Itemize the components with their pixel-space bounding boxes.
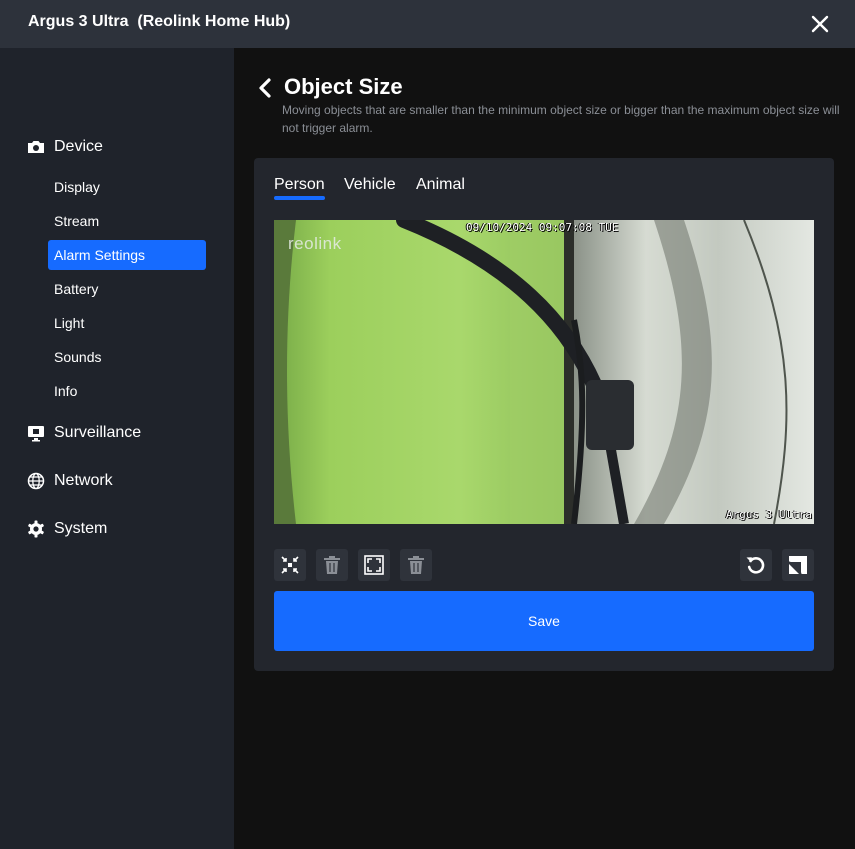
close-icon[interactable] bbox=[808, 12, 832, 36]
sidebar-section-label: System bbox=[54, 520, 108, 537]
monitor-icon bbox=[26, 423, 46, 443]
trash-icon bbox=[408, 556, 424, 574]
sidebar-section-surveillance[interactable]: Surveillance bbox=[26, 421, 141, 445]
sidebar-section-label: Surveillance bbox=[54, 424, 142, 441]
tab-vehicle[interactable]: Vehicle bbox=[344, 176, 396, 194]
max-size-button[interactable] bbox=[358, 549, 390, 581]
page-title: Object Size bbox=[284, 74, 403, 99]
delete-max-size-button[interactable] bbox=[400, 549, 432, 581]
chevron-left-icon[interactable] bbox=[255, 77, 275, 99]
tab-animal[interactable]: Animal bbox=[416, 176, 465, 194]
sidebar-section-device[interactable]: Device bbox=[26, 135, 103, 159]
trash-icon bbox=[324, 556, 340, 574]
sidebar-section-system[interactable]: System bbox=[26, 517, 107, 541]
active-tab-indicator bbox=[274, 196, 325, 200]
sidebar-item-sounds[interactable]: Sounds bbox=[48, 342, 206, 372]
sidebar-section-label: Network bbox=[54, 472, 113, 489]
osd-camera-name: Argus 3 Ultra bbox=[725, 508, 812, 521]
reset-icon bbox=[746, 557, 765, 574]
sidebar bbox=[0, 48, 234, 849]
sidebar-section-network[interactable]: Network bbox=[26, 469, 113, 493]
gear-icon bbox=[26, 519, 46, 539]
title-bar: Argus 3 Ultra (Reolink Home Hub) bbox=[0, 0, 855, 48]
osd-timestamp: 09/10/2024 09:07:08 TUE bbox=[466, 221, 619, 234]
sidebar-item-info[interactable]: Info bbox=[48, 376, 206, 406]
camera-preview[interactable]: 09/10/2024 09:07:08 TUE reolink Argus 3 … bbox=[274, 220, 814, 524]
globe-icon bbox=[26, 471, 46, 491]
sidebar-item-stream[interactable]: Stream bbox=[48, 206, 206, 236]
min-size-button[interactable] bbox=[274, 549, 306, 581]
reset-button[interactable] bbox=[740, 549, 772, 581]
tab-person[interactable]: Person bbox=[274, 176, 325, 194]
resize-button[interactable] bbox=[782, 549, 814, 581]
sidebar-item-display[interactable]: Display bbox=[48, 172, 206, 202]
sidebar-item-battery[interactable]: Battery bbox=[48, 274, 206, 304]
page-description: Moving objects that are smaller than the… bbox=[282, 103, 840, 135]
window-title: Argus 3 Ultra (Reolink Home Hub) bbox=[28, 13, 291, 30]
camera-frame-image bbox=[274, 220, 814, 524]
camera-icon bbox=[26, 137, 46, 157]
save-button[interactable]: Save bbox=[274, 591, 814, 651]
osd-logo: reolink bbox=[288, 234, 342, 253]
delete-min-size-button[interactable] bbox=[316, 549, 348, 581]
sidebar-item-light[interactable]: Light bbox=[48, 308, 206, 338]
sidebar-item-alarm-settings[interactable]: Alarm Settings bbox=[48, 240, 206, 270]
min-size-icon bbox=[281, 556, 299, 574]
resize-icon bbox=[788, 556, 807, 575]
max-size-icon bbox=[364, 555, 384, 575]
sidebar-section-label: Device bbox=[54, 138, 103, 155]
